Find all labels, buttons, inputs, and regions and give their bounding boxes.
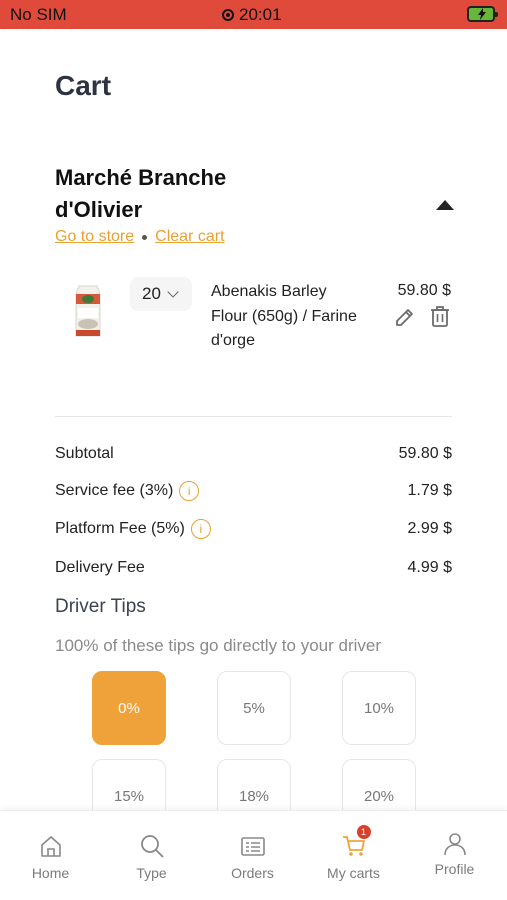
carrier-label: No SIM bbox=[10, 5, 67, 24]
record-icon bbox=[222, 9, 234, 21]
trash-icon[interactable] bbox=[430, 305, 450, 327]
nav-profile-label: Profile bbox=[434, 861, 475, 877]
tip-option-10[interactable]: 10% bbox=[342, 671, 416, 745]
go-to-store-link[interactable]: Go to store bbox=[55, 228, 134, 246]
platform-fee-row: Platform Fee (5%) i 2.99 $ bbox=[55, 519, 452, 539]
delivery-fee-value: 4.99 $ bbox=[407, 559, 452, 576]
orders-icon bbox=[240, 837, 265, 856]
edit-icon[interactable] bbox=[394, 306, 416, 328]
store-links: Go to store Clear cart bbox=[55, 228, 225, 246]
home-icon bbox=[40, 836, 61, 857]
service-fee-row: Service fee (3%) i 1.79 $ bbox=[55, 481, 452, 501]
product-name: Abenakis Barley Flour (650g) / Farine d'… bbox=[211, 283, 357, 349]
quantity-value: 20 bbox=[142, 284, 161, 303]
cart-badge: 1 bbox=[356, 825, 371, 839]
service-fee-label: Service fee (3%) bbox=[55, 482, 174, 499]
status-bar: No SIM 20:01 bbox=[0, 0, 507, 29]
chevron-down-icon bbox=[167, 286, 179, 298]
tip-option-5[interactable]: 5% bbox=[217, 671, 291, 745]
product-price: 59.80 $ bbox=[397, 282, 451, 299]
delivery-fee-row: Delivery Fee 4.99 $ bbox=[55, 559, 452, 577]
product-image bbox=[75, 285, 101, 337]
time-label: 20:01 bbox=[239, 5, 282, 24]
search-icon bbox=[140, 835, 164, 858]
collapse-arrow-icon[interactable] bbox=[436, 200, 454, 210]
clear-cart-link[interactable]: Clear cart bbox=[155, 228, 224, 246]
subtotal-row: Subtotal 59.80 $ bbox=[55, 445, 452, 463]
divider bbox=[55, 416, 452, 417]
driver-tips-description: 100% of these tips go directly to your d… bbox=[55, 636, 381, 655]
separator-dot bbox=[142, 234, 148, 240]
status-time: 20:01 bbox=[222, 5, 282, 25]
info-icon[interactable]: i bbox=[190, 519, 211, 539]
delivery-fee-label: Delivery Fee bbox=[55, 559, 145, 576]
bottom-navigation: Home Type Orders 1 My carts Profile bbox=[0, 810, 507, 900]
service-fee-label-group: Service fee (3%) i bbox=[55, 481, 200, 501]
store-name: Marché Branche d'Olivier bbox=[55, 165, 227, 222]
platform-fee-label: Platform Fee (5%) bbox=[55, 520, 185, 537]
page-title: Cart bbox=[55, 70, 112, 101]
nav-orders[interactable]: Orders bbox=[202, 811, 303, 900]
nav-type[interactable]: Type bbox=[101, 811, 202, 900]
subtotal-value: 59.80 $ bbox=[398, 445, 452, 462]
nav-profile[interactable]: Profile bbox=[404, 811, 505, 900]
service-fee-value: 1.79 $ bbox=[407, 482, 452, 499]
battery-charging-icon bbox=[467, 6, 498, 22]
nav-my-carts-label: My carts bbox=[327, 865, 380, 881]
nav-orders-label: Orders bbox=[231, 865, 274, 881]
nav-type-label: Type bbox=[136, 865, 167, 881]
profile-icon bbox=[443, 833, 466, 856]
subtotal-label: Subtotal bbox=[55, 445, 114, 462]
quantity-selector[interactable]: 20 bbox=[130, 277, 192, 311]
driver-tips-title: Driver Tips bbox=[55, 596, 146, 617]
tip-option-0[interactable]: 0% bbox=[92, 671, 166, 745]
info-icon[interactable]: i bbox=[179, 481, 200, 501]
nav-home-label: Home bbox=[31, 865, 70, 881]
nav-home[interactable]: Home bbox=[0, 811, 101, 900]
cart-icon-wrapper: 1 bbox=[341, 825, 371, 859]
platform-fee-value: 2.99 $ bbox=[407, 520, 452, 537]
platform-fee-label-group: Platform Fee (5%) i bbox=[55, 519, 211, 539]
nav-my-carts[interactable]: 1 My carts bbox=[303, 811, 404, 900]
